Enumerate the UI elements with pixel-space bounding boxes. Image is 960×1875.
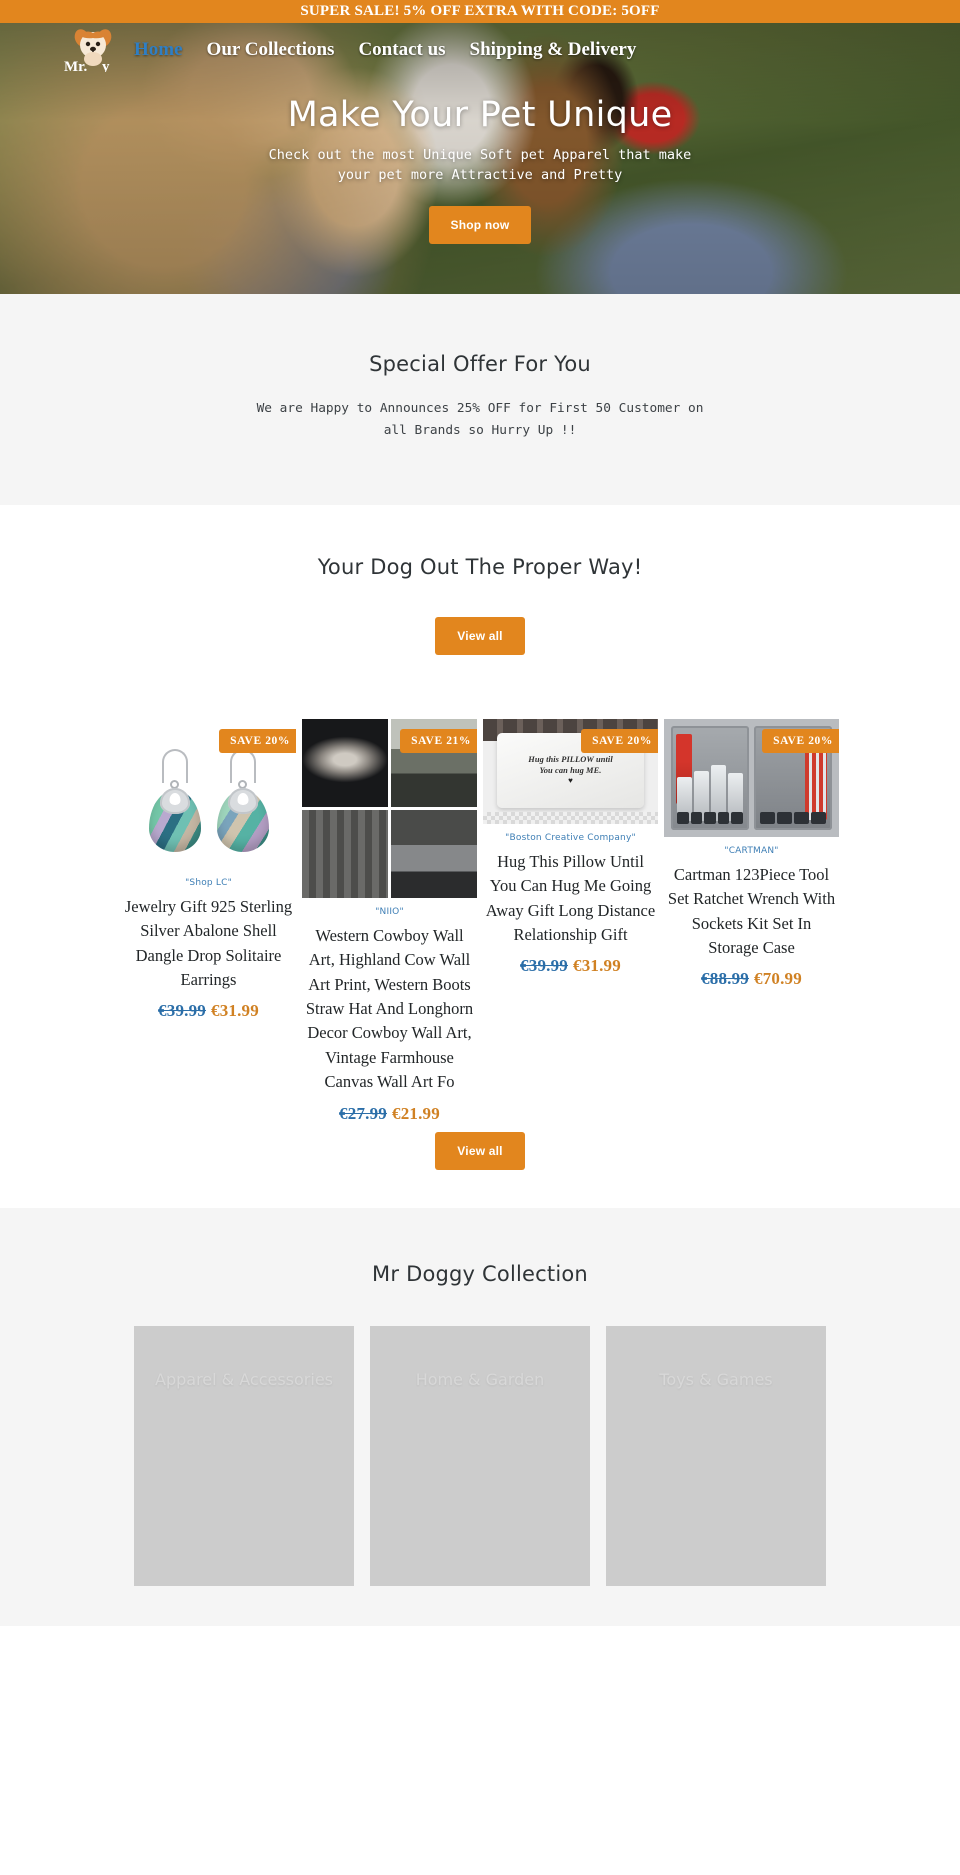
- view-all-bottom-wrap: View all: [0, 1131, 960, 1170]
- price-sale: €31.99: [211, 1001, 259, 1021]
- silver-cap: [227, 788, 258, 815]
- wrench-row: [677, 735, 743, 821]
- price-original: €27.99: [339, 1103, 387, 1123]
- socket-row: [760, 811, 826, 824]
- tool-case-left: [671, 725, 749, 830]
- save-badge: SAVE 21%: [400, 728, 477, 753]
- shop-now-button[interactable]: Shop now: [428, 206, 532, 245]
- hero-banner: Mr. y Home Our Collections Contact us Sh…: [0, 23, 960, 294]
- earring-hook-icon: [161, 749, 188, 784]
- silver-cap: [159, 788, 190, 815]
- checker-floor: [483, 811, 658, 824]
- product-vendor: "CARTMAN": [724, 845, 779, 856]
- save-badge: SAVE 20%: [581, 728, 658, 753]
- socket-icon: [811, 811, 826, 824]
- collection-card-label: Home & Garden: [415, 1369, 545, 1389]
- nav-item-our-collections[interactable]: Our Collections: [207, 39, 335, 61]
- pillow-text-line-1: Hug this PILLOW until: [528, 755, 613, 765]
- price-original: €39.99: [520, 956, 568, 976]
- pillow-text-line-2: You can hug ME.: [539, 766, 602, 776]
- product-vendor: "Shop LC": [185, 877, 232, 888]
- products-section-title: Your Dog Out The Proper Way!: [317, 554, 643, 579]
- special-offer-section: Special Offer For You We are Happy to An…: [0, 294, 960, 505]
- product-image[interactable]: SAVE 20%: [664, 718, 839, 837]
- tile-cowboy-hat: [302, 718, 388, 807]
- collection-card-home-garden[interactable]: Home & Garden: [370, 1325, 590, 1586]
- product-card[interactable]: SAVE 21% "NIIO" Western Cowboy Wall Art,…: [302, 718, 477, 1124]
- product-price: €39.99 €31.99: [121, 1001, 296, 1021]
- collection-title: Mr Doggy Collection: [372, 1261, 588, 1286]
- earring-right: [216, 749, 270, 853]
- main-navigation: Mr. y Home Our Collections Contact us Sh…: [0, 23, 960, 75]
- product-price: €39.99 €31.99: [483, 956, 658, 976]
- socket-icon: [717, 811, 730, 824]
- product-title[interactable]: Hug This Pillow Until You Can Hug Me Goi…: [483, 850, 658, 948]
- socket-icon: [677, 811, 689, 824]
- collection-grid: Apparel & Accessories Home & Garden Toys…: [0, 1325, 960, 1586]
- save-badge: SAVE 20%: [219, 728, 296, 753]
- product-vendor: "Boston Creative Company": [505, 832, 636, 843]
- nav-item-contact-us[interactable]: Contact us: [358, 39, 445, 61]
- nav-item-home[interactable]: Home: [134, 39, 183, 61]
- collection-card-apparel-accessories[interactable]: Apparel & Accessories: [134, 1325, 354, 1586]
- mr-doggy-logo[interactable]: Mr. y: [62, 26, 128, 72]
- socket-icon: [690, 811, 703, 824]
- collection-section: Mr Doggy Collection Apparel & Accessorie…: [0, 1207, 960, 1626]
- svg-text:Mr.: Mr.: [64, 59, 87, 72]
- price-sale: €31.99: [573, 956, 621, 976]
- socket-icon: [794, 811, 809, 824]
- price-sale: €21.99: [392, 1103, 440, 1123]
- abalone-drop: [216, 788, 269, 853]
- price-original: €88.99: [701, 969, 749, 989]
- product-grid: SAVE 20% "Shop LC" Jewelry Gift 925 Ster…: [0, 718, 960, 1124]
- special-offer-title: Special Offer For You: [369, 352, 591, 376]
- view-all-top-wrap: View all: [0, 616, 960, 655]
- product-vendor: "NIIO": [375, 906, 404, 917]
- socket-icon: [760, 811, 775, 824]
- collection-card-label: Apparel & Accessories: [155, 1369, 333, 1389]
- abalone-drop: [148, 788, 201, 853]
- socket-row: [677, 811, 743, 824]
- view-all-button-bottom[interactable]: View all: [435, 1131, 525, 1170]
- price-sale: €70.99: [754, 969, 802, 989]
- product-image[interactable]: SAVE 20%: [121, 718, 296, 869]
- heart-icon: ♥: [568, 776, 573, 786]
- product-title[interactable]: Cartman 123Piece Tool Set Ratchet Wrench…: [664, 863, 839, 961]
- socket-icon: [704, 811, 716, 824]
- product-title[interactable]: Jewelry Gift 925 Sterling Silver Abalone…: [121, 895, 296, 993]
- product-card[interactable]: SAVE 20% "CARTMAN" Cartman 123Piece Tool…: [664, 718, 839, 990]
- product-title[interactable]: Western Cowboy Wall Art, Highland Cow Wa…: [302, 924, 477, 1095]
- svg-text:y: y: [102, 59, 110, 72]
- nav-links: Home Our Collections Contact us Shipping…: [134, 37, 636, 61]
- earring-left: [148, 749, 202, 853]
- collection-card-toys-games[interactable]: Toys & Games: [606, 1325, 826, 1586]
- product-price: €88.99 €70.99: [664, 969, 839, 989]
- announcement-text: SUPER SALE! 5% OFF EXTRA WITH CODE: 5OFF: [300, 3, 660, 19]
- product-image[interactable]: SAVE 20% Hug this PILLOW until You can h…: [483, 718, 658, 824]
- earring-hook-icon: [229, 749, 256, 784]
- tile-boots: [391, 809, 477, 898]
- collection-card-label: Toys & Games: [659, 1369, 773, 1389]
- hero-subtitle: Check out the most Unique Soft pet Appar…: [268, 146, 692, 183]
- special-offer-body: We are Happy to Announces 25% OFF for Fi…: [256, 401, 704, 439]
- products-section: Your Dog Out The Proper Way! View all SA…: [0, 504, 960, 1208]
- hero-title: Make Your Pet Unique: [287, 94, 673, 135]
- save-badge: SAVE 20%: [762, 728, 839, 753]
- price-original: €39.99: [158, 1001, 206, 1021]
- view-all-button-top[interactable]: View all: [435, 616, 525, 655]
- product-card[interactable]: SAVE 20% Hug this PILLOW until You can h…: [483, 718, 658, 977]
- tile-guitar: [302, 809, 388, 898]
- announcement-bar: SUPER SALE! 5% OFF EXTRA WITH CODE: 5OFF: [0, 0, 960, 23]
- product-image[interactable]: SAVE 21%: [302, 718, 477, 898]
- product-card[interactable]: SAVE 20% "Shop LC" Jewelry Gift 925 Ster…: [121, 718, 296, 1022]
- nav-item-shipping-delivery[interactable]: Shipping & Delivery: [470, 39, 637, 61]
- product-price: €27.99 €21.99: [302, 1104, 477, 1124]
- socket-icon: [731, 811, 743, 824]
- socket-icon: [777, 811, 792, 824]
